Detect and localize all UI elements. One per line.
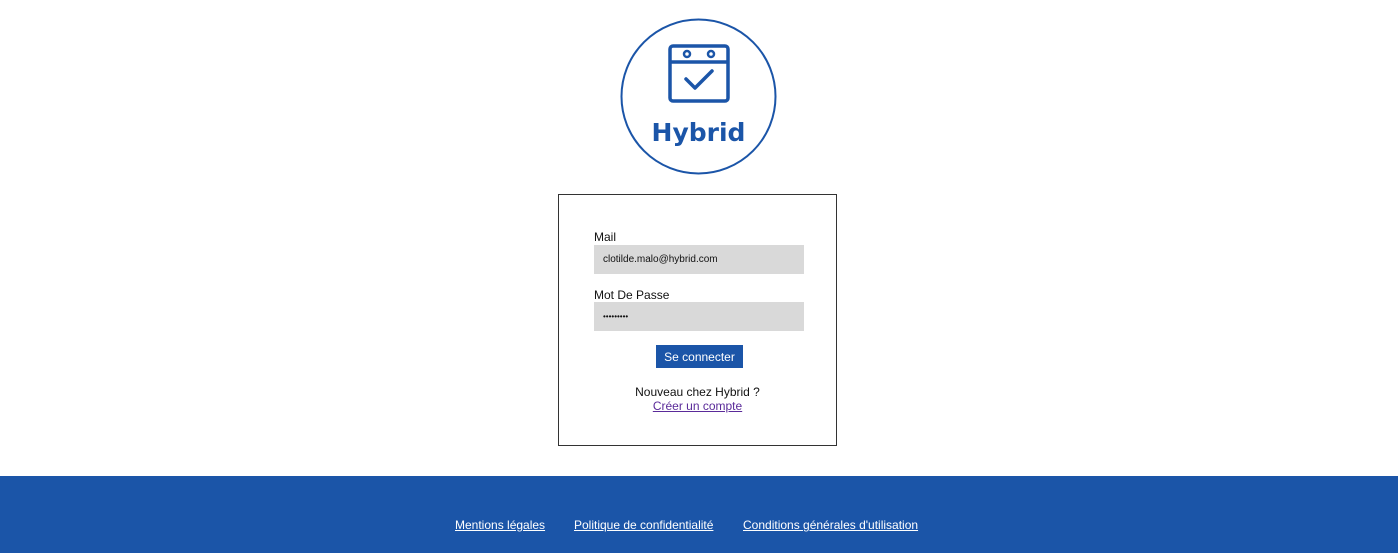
password-label: Mot De Passe xyxy=(594,288,670,302)
calendar-check-icon: Hybrid xyxy=(620,18,777,175)
mail-input[interactable]: clotilde.malo@hybrid.com xyxy=(594,245,804,274)
terms-of-use-link[interactable]: Conditions générales d'utilisation xyxy=(743,518,918,532)
privacy-policy-link[interactable]: Politique de confidentialité xyxy=(574,518,713,532)
hybrid-logo: Hybrid xyxy=(620,18,777,175)
login-page: Hybrid Mail clotilde.malo@hybrid.com Mot… xyxy=(0,0,1398,553)
password-input[interactable]: ••••••••• xyxy=(594,302,804,331)
login-form: Mail clotilde.malo@hybrid.com Mot De Pas… xyxy=(558,194,837,446)
mail-label: Mail xyxy=(594,230,617,244)
legal-notice-link[interactable]: Mentions légales xyxy=(455,518,545,532)
login-button[interactable]: Se connecter xyxy=(656,345,743,368)
brand-name: Hybrid xyxy=(652,118,746,147)
footer: Mentions légales Politique de confidenti… xyxy=(0,476,1398,553)
new-user-text: Nouveau chez Hybrid ? xyxy=(635,385,760,399)
create-account-link[interactable]: Créer un compte xyxy=(559,399,836,413)
